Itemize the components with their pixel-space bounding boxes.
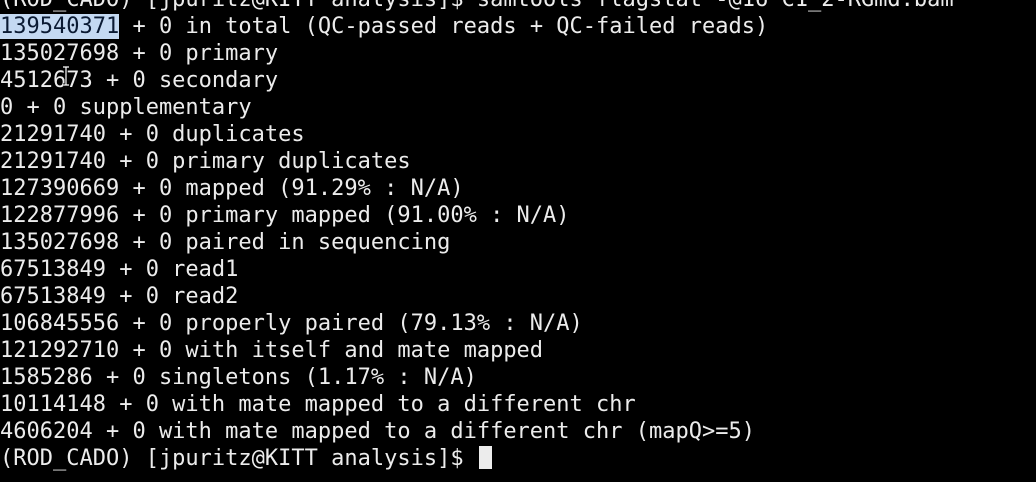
flagstat-lines: 135027698 + 0 primary 4512673 + 0 seconda… <box>0 40 954 445</box>
flagstat-line: 0 + 0 supplementary <box>0 95 252 120</box>
flagstat-line: 21291740 + 0 primary duplicates <box>0 149 411 174</box>
flagstat-line: 67513849 + 0 read1 <box>0 257 239 282</box>
terminal-output[interactable]: (ROD_CADO) [jpuritz@KITT analysis]$ samt… <box>0 0 954 472</box>
shell-prompt: (ROD_CADO) [jpuritz@KITT analysis]$ <box>0 446 477 471</box>
terminal-window[interactable]: (ROD_CADO) [jpuritz@KITT analysis]$ samt… <box>0 0 1036 482</box>
flagstat-line: 121292710 + 0 with itself and mate mappe… <box>0 338 544 363</box>
flagstat-line: 10114148 + 0 with mate mapped to a diffe… <box>0 392 636 417</box>
flagstat-line: 67513849 + 0 read2 <box>0 284 239 309</box>
block-cursor-icon <box>478 446 492 469</box>
flagstat-line: 4606204 + 0 with mate mapped to a differ… <box>0 419 755 444</box>
flagstat-total-line: 139540371 + 0 in total (QC-passed reads … <box>0 13 954 40</box>
command-line: (ROD_CADO) [jpuritz@KITT analysis]$ samt… <box>0 0 954 13</box>
flagstat-line: 122877996 + 0 primary mapped (91.00% : N… <box>0 203 570 228</box>
flagstat-line: 21291740 + 0 duplicates <box>0 122 305 147</box>
total-line-rest: + 0 in total (QC-passed reads + QC-faile… <box>119 14 769 39</box>
flagstat-line: 135027698 + 0 paired in sequencing <box>0 230 451 255</box>
flagstat-line: 1585286 + 0 singletons (1.17% : N/A) <box>0 365 477 390</box>
flagstat-line: 106845556 + 0 properly paired (79.13% : … <box>0 311 583 336</box>
flagstat-line: 127390669 + 0 mapped (91.29% : N/A) <box>0 176 464 201</box>
flagstat-line: 135027698 + 0 primary <box>0 41 279 66</box>
flagstat-line: 4512673 + 0 secondary <box>0 68 279 93</box>
selected-text[interactable]: 139540371 <box>0 14 120 39</box>
prompt-line[interactable]: (ROD_CADO) [jpuritz@KITT analysis]$ <box>0 445 954 472</box>
